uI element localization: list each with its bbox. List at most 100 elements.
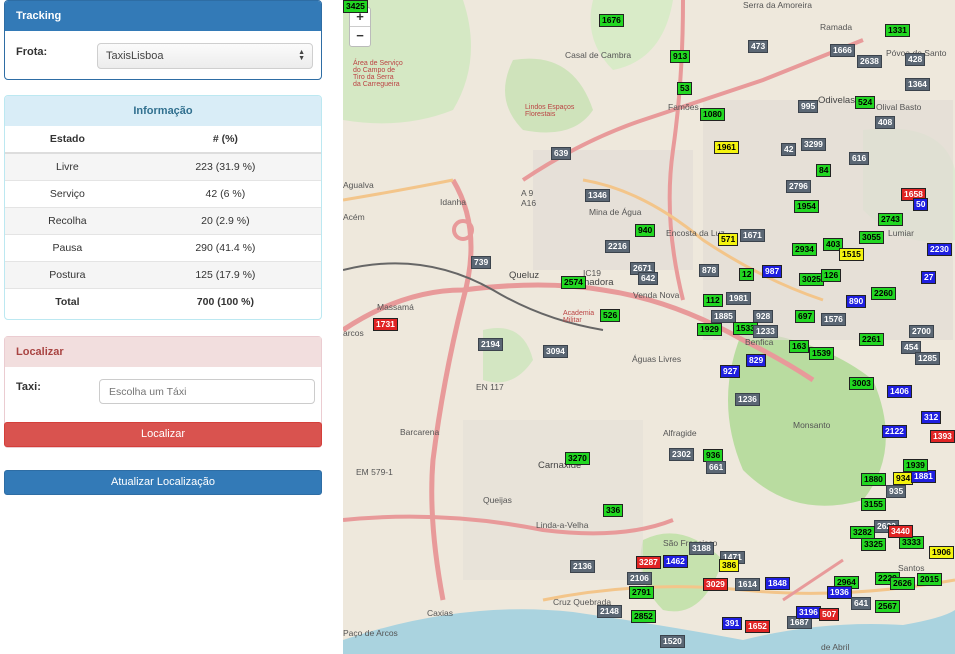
taxi-marker[interactable]: 829 bbox=[746, 354, 767, 367]
taxi-marker[interactable]: 1285 bbox=[915, 352, 940, 365]
taxi-marker[interactable]: 2796 bbox=[786, 180, 811, 193]
taxi-marker[interactable]: 2852 bbox=[631, 610, 656, 623]
taxi-marker[interactable]: 1929 bbox=[697, 323, 722, 336]
taxi-marker[interactable]: 3440 bbox=[888, 525, 913, 538]
taxi-marker[interactable]: 571 bbox=[718, 233, 739, 246]
taxi-marker[interactable]: 1520 bbox=[660, 635, 685, 648]
taxi-marker[interactable]: 1576 bbox=[821, 313, 846, 326]
taxi-marker[interactable]: 2302 bbox=[669, 448, 694, 461]
taxi-marker[interactable]: 1666 bbox=[830, 44, 855, 57]
taxi-marker[interactable]: 1961 bbox=[714, 141, 739, 154]
taxi-marker[interactable]: 391 bbox=[722, 617, 743, 630]
taxi-marker[interactable]: 3196 bbox=[796, 606, 821, 619]
taxi-marker[interactable]: 3188 bbox=[689, 542, 714, 555]
taxi-marker[interactable]: 126 bbox=[821, 269, 842, 282]
taxi-marker[interactable]: 940 bbox=[635, 224, 656, 237]
taxi-marker[interactable]: 84 bbox=[816, 164, 832, 177]
taxi-marker[interactable]: 2260 bbox=[871, 287, 896, 300]
taxi-marker[interactable]: 2230 bbox=[927, 243, 952, 256]
taxi-marker[interactable]: 2261 bbox=[859, 333, 884, 346]
taxi-marker[interactable]: 428 bbox=[905, 53, 926, 66]
taxi-marker[interactable]: 3299 bbox=[801, 138, 826, 151]
zoom-out-button[interactable]: − bbox=[350, 27, 370, 46]
taxi-marker[interactable]: 642 bbox=[638, 272, 659, 285]
frota-select[interactable]: TaxisLisboa ▲ ▼ bbox=[97, 43, 313, 69]
taxi-input[interactable] bbox=[99, 379, 315, 404]
taxi-marker[interactable]: 1676 bbox=[599, 14, 624, 27]
taxi-marker[interactable]: 2216 bbox=[605, 240, 630, 253]
taxi-marker[interactable]: 507 bbox=[819, 608, 840, 621]
taxi-marker[interactable]: 1462 bbox=[663, 555, 688, 568]
taxi-marker[interactable]: 1515 bbox=[839, 248, 864, 261]
taxi-marker[interactable]: 1233 bbox=[753, 325, 778, 338]
taxi-marker[interactable]: 2194 bbox=[478, 338, 503, 351]
taxi-marker[interactable]: 661 bbox=[706, 461, 727, 474]
taxi-marker[interactable]: 641 bbox=[851, 597, 872, 610]
taxi-marker[interactable]: 1954 bbox=[794, 200, 819, 213]
taxi-marker[interactable]: 1236 bbox=[735, 393, 760, 406]
taxi-marker[interactable]: 2148 bbox=[597, 605, 622, 618]
taxi-marker[interactable]: 2700 bbox=[909, 325, 934, 338]
taxi-marker[interactable]: 995 bbox=[798, 100, 819, 113]
taxi-marker[interactable]: 1671 bbox=[740, 229, 765, 242]
taxi-marker[interactable]: 1614 bbox=[735, 578, 760, 591]
taxi-marker[interactable]: 927 bbox=[720, 365, 741, 378]
taxi-marker[interactable]: 1939 bbox=[903, 459, 928, 472]
taxi-marker[interactable]: 2122 bbox=[882, 425, 907, 438]
taxi-marker[interactable]: 987 bbox=[762, 265, 783, 278]
taxi-marker[interactable]: 2574 bbox=[561, 276, 586, 289]
taxi-marker[interactable]: 2567 bbox=[875, 600, 900, 613]
taxi-marker[interactable]: 935 bbox=[886, 485, 907, 498]
taxi-marker[interactable]: 639 bbox=[551, 147, 572, 160]
taxi-marker[interactable]: 336 bbox=[603, 504, 624, 517]
taxi-marker[interactable]: 163 bbox=[789, 340, 810, 353]
taxi-marker[interactable]: 1848 bbox=[765, 577, 790, 590]
taxi-marker[interactable]: 1080 bbox=[700, 108, 725, 121]
localizar-button[interactable]: Localizar bbox=[4, 422, 322, 447]
taxi-marker[interactable]: 12 bbox=[739, 268, 755, 281]
taxi-marker[interactable]: 2106 bbox=[627, 572, 652, 585]
taxi-marker[interactable]: 2626 bbox=[890, 577, 915, 590]
taxi-marker[interactable]: 3029 bbox=[703, 578, 728, 591]
taxi-marker[interactable]: 2934 bbox=[792, 243, 817, 256]
taxi-marker[interactable]: 1539 bbox=[809, 347, 834, 360]
taxi-marker[interactable]: 3270 bbox=[565, 452, 590, 465]
map[interactable]: + − Serra da AmoreiraRamadaPóvoa de Sant… bbox=[343, 0, 955, 654]
taxi-marker[interactable]: 739 bbox=[471, 256, 492, 269]
taxi-marker[interactable]: 524 bbox=[855, 96, 876, 109]
taxi-marker[interactable]: 27 bbox=[921, 271, 937, 284]
taxi-marker[interactable]: 2743 bbox=[878, 213, 903, 226]
taxi-marker[interactable]: 1331 bbox=[885, 24, 910, 37]
taxi-marker[interactable]: 2015 bbox=[917, 573, 942, 586]
taxi-marker[interactable]: 3425 bbox=[343, 0, 368, 13]
taxi-marker[interactable]: 697 bbox=[795, 310, 816, 323]
taxi-marker[interactable]: 42 bbox=[781, 143, 797, 156]
taxi-marker[interactable]: 1393 bbox=[930, 430, 955, 443]
taxi-marker[interactable]: 913 bbox=[670, 50, 691, 63]
taxi-marker[interactable]: 473 bbox=[748, 40, 769, 53]
taxi-marker[interactable]: 1364 bbox=[905, 78, 930, 91]
taxi-marker[interactable]: 3094 bbox=[543, 345, 568, 358]
taxi-marker[interactable]: 3155 bbox=[861, 498, 886, 511]
taxi-marker[interactable]: 386 bbox=[719, 559, 740, 572]
taxi-marker[interactable]: 408 bbox=[875, 116, 896, 129]
taxi-marker[interactable]: 1981 bbox=[726, 292, 751, 305]
taxi-marker[interactable]: 2136 bbox=[570, 560, 595, 573]
taxi-marker[interactable]: 1936 bbox=[827, 586, 852, 599]
taxi-marker[interactable]: 1406 bbox=[887, 385, 912, 398]
taxi-marker[interactable]: 616 bbox=[849, 152, 870, 165]
taxi-marker[interactable]: 2638 bbox=[857, 55, 882, 68]
taxi-marker[interactable]: 1652 bbox=[745, 620, 770, 633]
taxi-marker[interactable]: 1906 bbox=[929, 546, 954, 559]
taxi-marker[interactable]: 526 bbox=[600, 309, 621, 322]
taxi-marker[interactable]: 1880 bbox=[861, 473, 886, 486]
taxi-marker[interactable]: 2791 bbox=[629, 586, 654, 599]
taxi-marker[interactable]: 878 bbox=[699, 264, 720, 277]
taxi-marker[interactable]: 50 bbox=[913, 198, 929, 211]
taxi-marker[interactable]: 1346 bbox=[585, 189, 610, 202]
taxi-marker[interactable]: 112 bbox=[703, 294, 723, 307]
taxi-marker[interactable]: 3287 bbox=[636, 556, 661, 569]
taxi-marker[interactable]: 1731 bbox=[373, 318, 398, 331]
taxi-marker[interactable]: 3003 bbox=[849, 377, 874, 390]
update-location-button[interactable]: Atualizar Localização bbox=[4, 470, 322, 495]
